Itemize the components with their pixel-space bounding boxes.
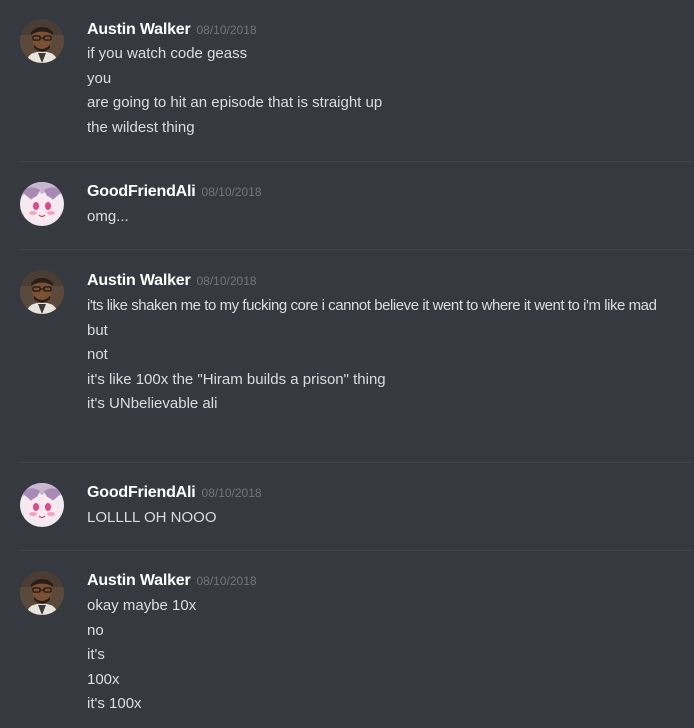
message-content: if you watch code geass you are going to… <box>87 42 692 140</box>
message-text: but <box>87 321 108 339</box>
message-content: omg... <box>87 205 692 230</box>
message-text: are going to hit an episode that is stra… <box>87 94 383 112</box>
message-header: Austin Walker 08/10/2018 <box>87 272 257 292</box>
message-header: GoodFriendAli 08/10/2018 <box>87 484 262 504</box>
username[interactable]: Austin Walker <box>87 21 191 38</box>
username[interactable]: Austin Walker <box>87 272 191 289</box>
message-text: it's like 100x the "Hiram builds a priso… <box>87 370 386 388</box>
message-text: omg... <box>87 208 129 225</box>
message-text: okay maybe 10x <box>87 597 197 614</box>
message-text: it's UNbelievable ali <box>87 395 218 413</box>
chat-messages: Austin Walker 08/10/2018 if you watch cod… <box>0 0 694 728</box>
austin-avatar[interactable] <box>20 19 64 63</box>
message-divider <box>20 249 694 250</box>
username[interactable]: GoodFriendAli <box>87 484 196 501</box>
timestamp: 08/10/2018 <box>201 185 262 199</box>
message-text: you <box>87 69 112 87</box>
username[interactable]: Austin Walker <box>87 572 191 589</box>
message-text: i'ts like shaken me to my fucking core i… <box>87 297 657 314</box>
message-text: not <box>87 346 108 364</box>
message-content: LOLLLL OH NOOO <box>87 506 692 531</box>
message-text: no <box>87 621 104 639</box>
message-content: i'ts like shaken me to my fucking core i… <box>87 294 692 417</box>
message-header: Austin Walker 08/10/2018 <box>87 21 257 41</box>
username[interactable]: GoodFriendAli <box>87 183 196 200</box>
message-divider <box>20 550 694 551</box>
timestamp: 08/10/2018 <box>196 574 257 588</box>
austin-avatar[interactable] <box>20 270 64 314</box>
message-text: LOLLLL OH NOOO <box>87 509 217 526</box>
message-text: if you watch code geass <box>87 45 248 62</box>
message-divider <box>20 161 694 162</box>
message-divider <box>20 462 694 463</box>
timestamp: 08/10/2018 <box>201 486 262 500</box>
ali-avatar[interactable] <box>20 483 64 527</box>
ali-avatar[interactable] <box>20 182 64 226</box>
message-header: Austin Walker 08/10/2018 <box>87 572 257 592</box>
austin-avatar[interactable] <box>20 571 64 615</box>
message-header: GoodFriendAli 08/10/2018 <box>87 183 262 203</box>
timestamp: 08/10/2018 <box>196 274 257 288</box>
message-text: 100x <box>87 670 120 688</box>
timestamp: 08/10/2018 <box>196 23 257 37</box>
message-text: the wildest thing <box>87 118 195 136</box>
message-content: okay maybe 10x no it's 100x it's 100x <box>87 594 692 717</box>
message-text: it's <box>87 646 105 664</box>
message-text: it's 100x <box>87 695 142 713</box>
